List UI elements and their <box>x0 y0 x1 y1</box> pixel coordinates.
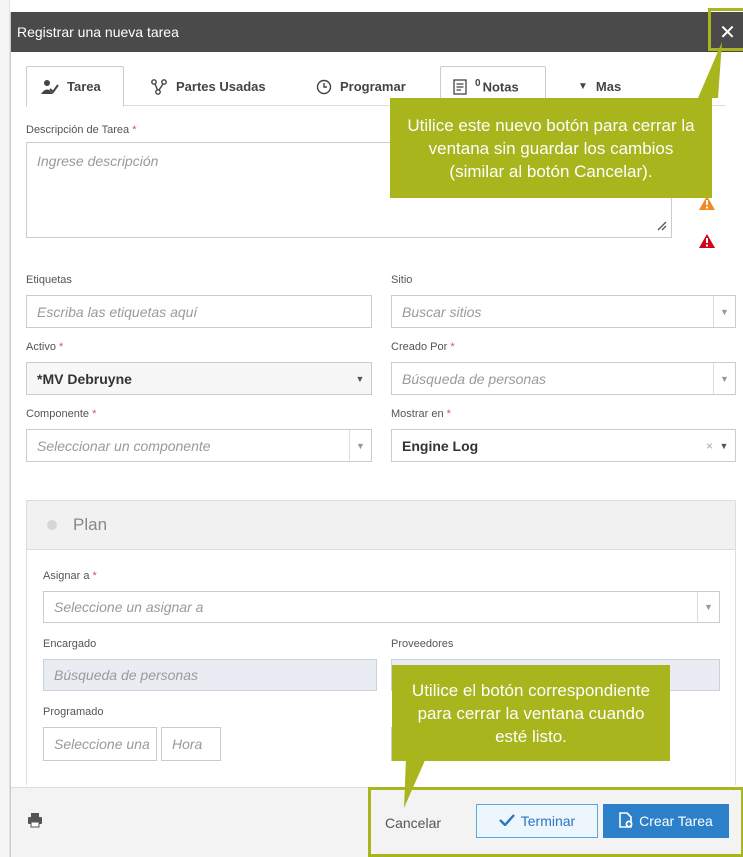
chevron-down-icon[interactable]: ▼ <box>697 592 719 622</box>
caret-down-icon: ▼ <box>578 81 588 92</box>
warning-red-icon <box>699 234 715 253</box>
suppliers-label: Proveedores <box>391 638 454 650</box>
cancel-label: Cancelar <box>384 815 442 831</box>
new-task-icon <box>619 811 633 831</box>
created-by-placeholder: Búsqueda de personas <box>402 370 546 387</box>
warning-orange-icon <box>699 196 715 215</box>
dialog-title: Registrar una nueva tarea <box>17 24 179 40</box>
assign-to-label: Asignar a * <box>43 570 97 582</box>
parts-icon <box>150 78 168 95</box>
show-in-label: Mostrar en * <box>391 408 451 420</box>
dialog-footer: Cancelar Terminar Crear Tarea <box>11 787 743 857</box>
tags-placeholder: Escriba las etiquetas aquí <box>37 303 198 320</box>
assign-to-placeholder: Seleccione un asignar a <box>54 599 204 615</box>
cancel-callout-tail <box>404 758 426 808</box>
scheduled-label: Programado <box>43 706 104 718</box>
resize-handle-icon[interactable] <box>655 218 667 234</box>
asset-value: *MV Debruyne <box>37 370 132 387</box>
check-icon <box>498 813 515 829</box>
cancel-button[interactable]: Cancelar <box>375 806 451 840</box>
cancel-callout-text: Utilice el botón correspondiente para ce… <box>411 680 651 746</box>
create-task-label: Crear Tarea <box>639 813 713 829</box>
finish-button[interactable]: Terminar <box>476 804 598 838</box>
scheduled-time-input[interactable]: Hora <box>161 727 221 761</box>
close-callout: Utilice este nuevo botón para cerrar la … <box>390 98 712 198</box>
chevron-down-icon[interactable]: ▼ <box>349 363 371 394</box>
manager-label: Encargado <box>43 638 97 650</box>
tab-label: Mas <box>595 79 622 94</box>
notes-count: 0 <box>475 78 481 90</box>
cancel-callout: Utilice el botón correspondiente para ce… <box>392 665 670 761</box>
assign-to-select[interactable]: Seleccione un asignar a ▼ <box>43 591 720 623</box>
finish-label: Terminar <box>520 813 576 829</box>
dialog-titlebar: Registrar una nueva tarea ✕ <box>11 12 743 52</box>
component-select[interactable]: Seleccionar un componente ▼ <box>26 429 372 462</box>
site-select[interactable]: Buscar sitios ▼ <box>391 295 736 328</box>
create-task-button[interactable]: Crear Tarea <box>603 804 729 838</box>
clear-icon[interactable]: × <box>706 430 713 461</box>
plan-title: Plan <box>73 515 108 534</box>
asset-select[interactable]: *MV Debruyne ▼ <box>26 362 372 395</box>
notes-icon <box>453 78 467 95</box>
manager-placeholder: Búsqueda de personas <box>54 667 198 683</box>
site-label: Sitio <box>391 274 413 286</box>
close-callout-tail <box>698 42 722 98</box>
chevron-down-icon[interactable]: ▼ <box>713 296 735 327</box>
scheduled-date-placeholder: Seleccione una <box>54 736 150 752</box>
show-in-select[interactable]: Engine Log × ▼ <box>391 429 736 462</box>
tab-label: Programar <box>340 79 406 94</box>
component-label: Componente * <box>26 408 97 420</box>
chevron-down-icon[interactable]: ▼ <box>713 430 735 461</box>
tab-label: Notas <box>482 79 519 95</box>
plan-header[interactable]: Plan <box>27 501 735 549</box>
close-callout-text: Utilice este nuevo botón para cerrar la … <box>407 115 695 181</box>
component-placeholder: Seleccionar un componente <box>37 437 211 454</box>
created-by-label: Creado Por * <box>391 341 455 353</box>
plan-toggle-icon <box>47 520 57 530</box>
created-by-select[interactable]: Búsqueda de personas ▼ <box>391 362 736 395</box>
chevron-down-icon[interactable]: ▼ <box>349 430 371 461</box>
manager-input[interactable]: Búsqueda de personas <box>43 659 377 691</box>
tags-input[interactable]: Escriba las etiquetas aquí <box>26 295 372 328</box>
site-placeholder: Buscar sitios <box>402 303 482 320</box>
tags-label: Etiquetas <box>26 274 72 286</box>
tab-partes-usadas[interactable]: Partes Usadas <box>138 66 278 107</box>
description-placeholder: Ingrese descripción <box>37 153 159 169</box>
asset-label: Activo * <box>26 341 64 353</box>
show-in-value: Engine Log <box>402 437 479 454</box>
tab-label: Partes Usadas <box>176 79 266 94</box>
print-icon[interactable] <box>27 812 43 833</box>
tab-label: Tarea <box>67 79 101 94</box>
task-icon <box>39 79 59 95</box>
tab-tarea[interactable]: Tarea <box>26 66 124 107</box>
description-label: Descripción de Tarea * <box>26 124 137 136</box>
scheduled-time-placeholder: Hora <box>172 736 203 752</box>
chevron-down-icon[interactable]: ▼ <box>713 363 735 394</box>
clock-icon <box>316 79 332 95</box>
background-page-edge <box>0 0 10 857</box>
scheduled-date-input[interactable]: Seleccione una <box>43 727 157 761</box>
